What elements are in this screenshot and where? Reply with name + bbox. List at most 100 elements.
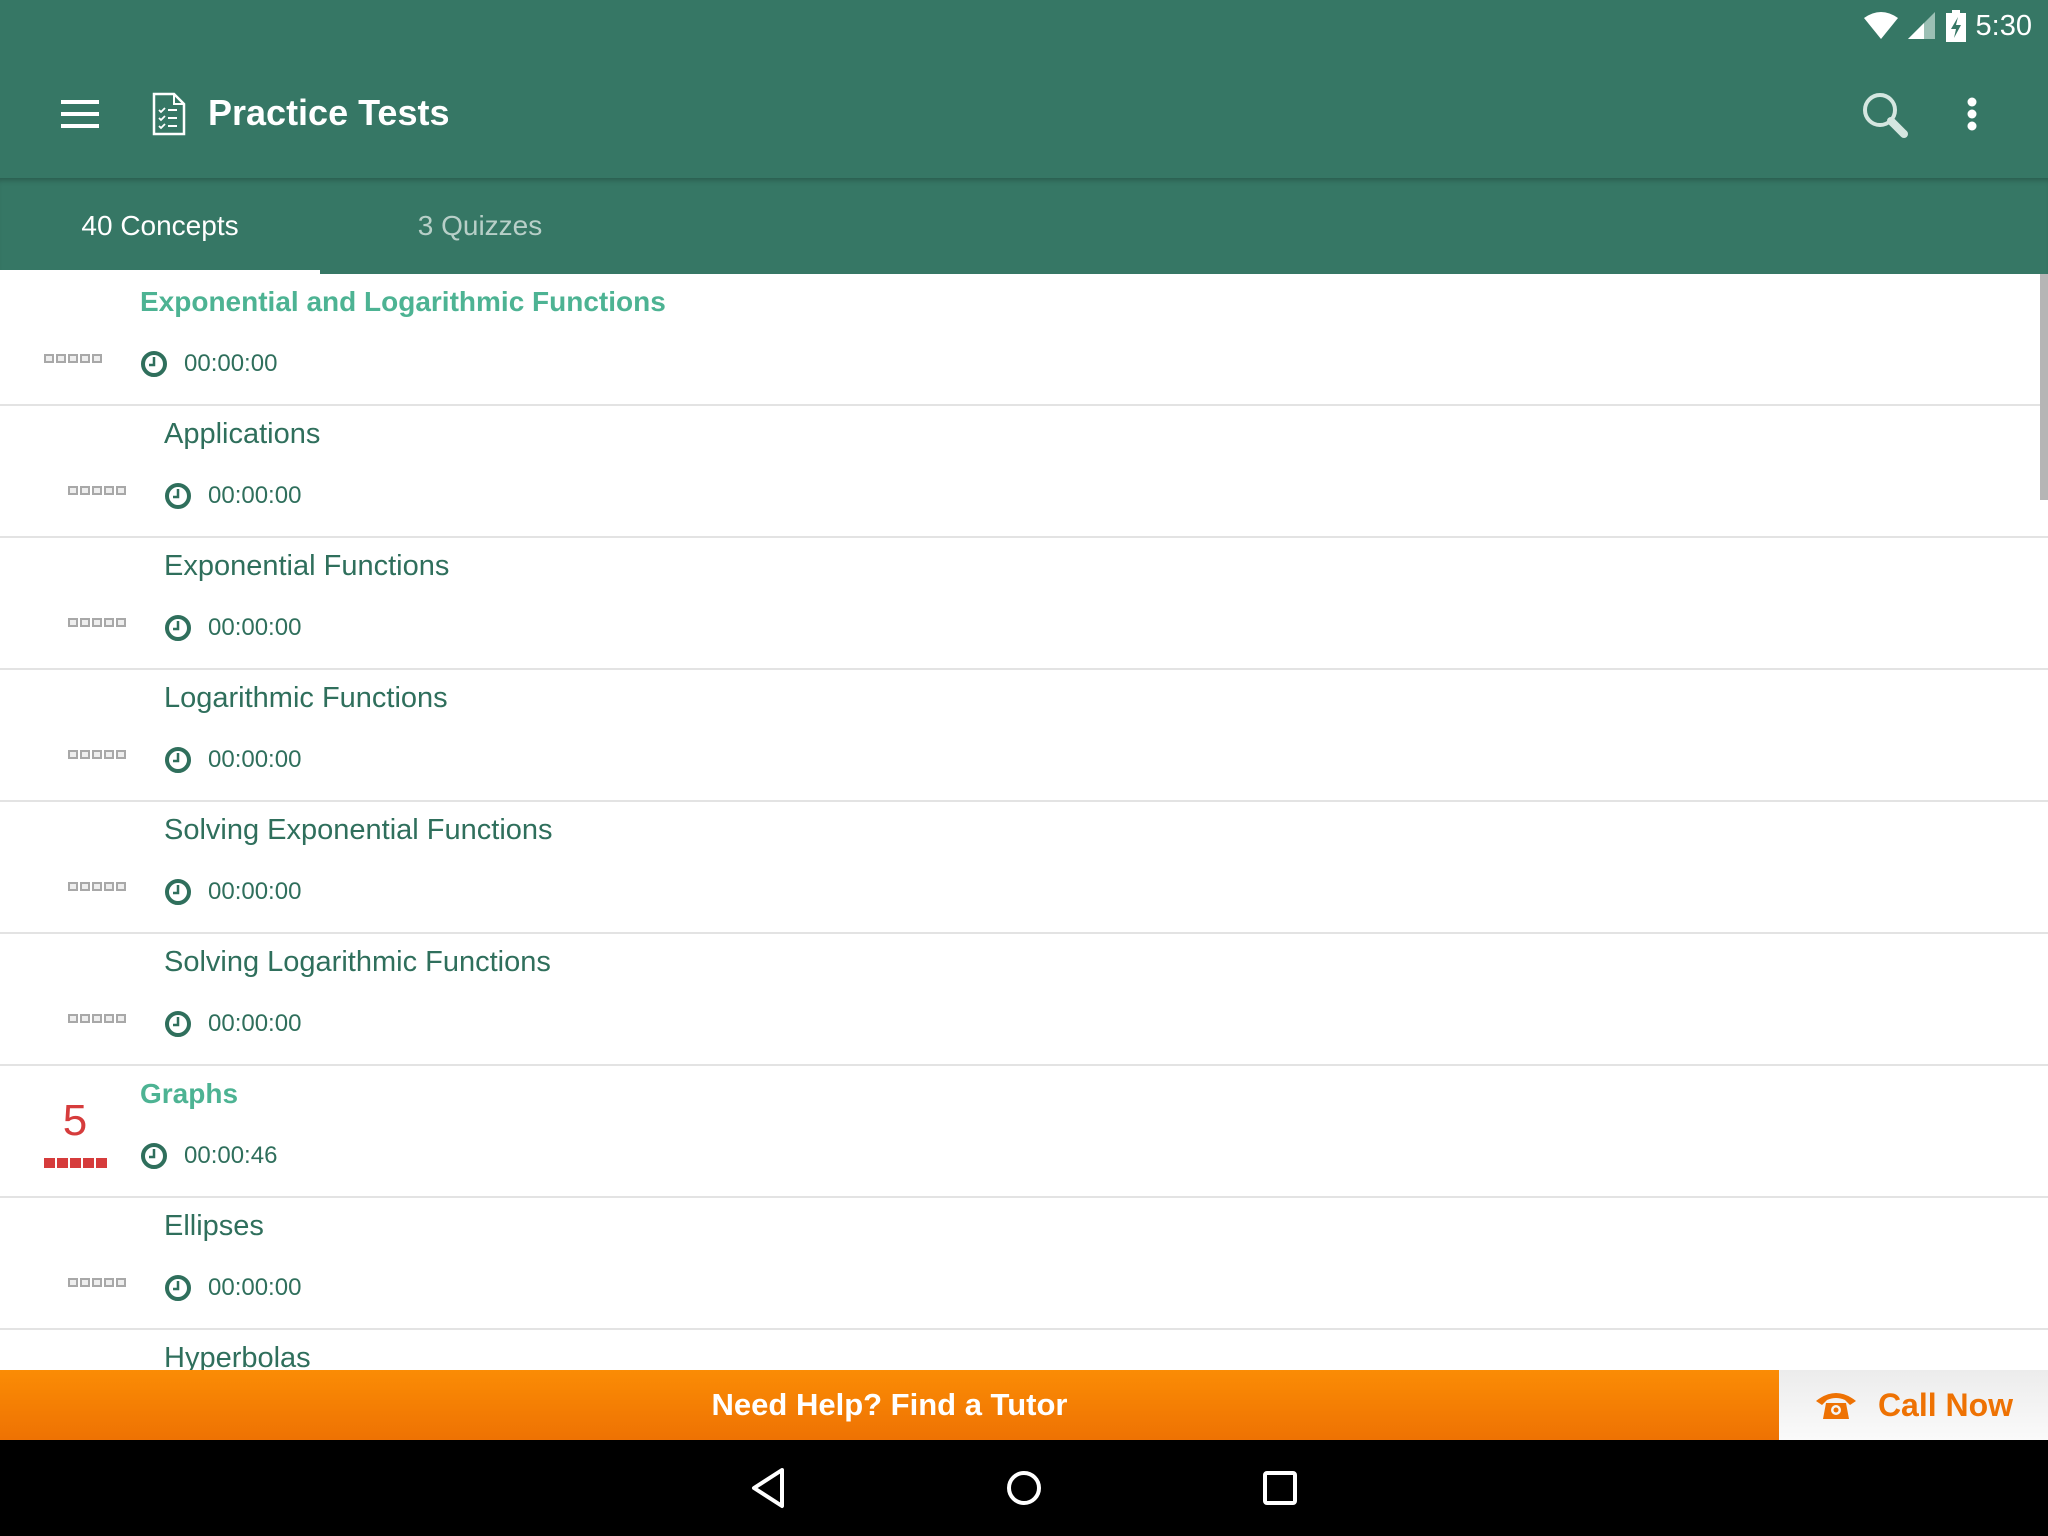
tab-concepts[interactable]: 40 Concepts	[0, 178, 320, 274]
concept-row[interactable]: Ellipses 00:00:00	[0, 1198, 2048, 1330]
status-bar: 5:30	[0, 0, 2048, 52]
elapsed-time-value: 00:00:00	[208, 482, 302, 509]
score-box	[68, 1278, 78, 1287]
clock-icon	[165, 747, 191, 773]
score-box	[116, 618, 126, 627]
search-icon[interactable]	[1858, 88, 1914, 144]
score-box	[56, 354, 66, 363]
score-box	[104, 1278, 114, 1287]
score-box	[57, 1158, 68, 1168]
score-box	[44, 1158, 55, 1168]
concept-name: Ellipses	[164, 1210, 264, 1242]
more-options-icon[interactable]	[1952, 88, 1988, 144]
score-boxes	[68, 486, 126, 495]
score-box	[104, 750, 114, 759]
battery-charging-icon	[1945, 10, 1966, 42]
score-box	[92, 750, 102, 759]
wifi-icon	[1863, 12, 1898, 39]
score-box	[104, 882, 114, 891]
menu-icon[interactable]	[56, 90, 104, 138]
find-tutor-label: Need Help? Find a Tutor	[711, 1387, 1068, 1422]
score-box	[116, 1278, 126, 1287]
tab-quizzes[interactable]: 3 Quizzes	[320, 178, 640, 274]
app-bar: Practice Tests	[0, 52, 2048, 178]
concept-row[interactable]: Solving Logarithmic Functions 00:00:00	[0, 934, 2048, 1066]
call-now-label: Call Now	[1877, 1386, 2014, 1423]
score-boxes	[44, 354, 102, 363]
elapsed-time-value: 00:00:00	[208, 1010, 302, 1037]
score-box	[116, 882, 126, 891]
signal-icon	[1907, 12, 1935, 39]
elapsed-time-value: 00:00:00	[208, 746, 302, 773]
elapsed-time: 00:00:00	[164, 1010, 301, 1038]
clock-icon	[165, 1011, 191, 1037]
elapsed-time: 00:00:00	[164, 1274, 301, 1302]
score-boxes	[68, 618, 126, 627]
score-boxes	[44, 1158, 107, 1168]
tutor-banner: Need Help? Find a Tutor Call Now	[0, 1370, 2048, 1440]
concept-name: Hyperbolas	[164, 1342, 311, 1370]
find-tutor-button[interactable]: Need Help? Find a Tutor	[0, 1370, 1779, 1440]
elapsed-time: 00:00:00	[140, 350, 277, 378]
concept-row[interactable]: Hyperbolas	[0, 1330, 2048, 1370]
concept-name: Exponential Functions	[164, 550, 450, 582]
clock-icon	[165, 615, 191, 641]
concept-row[interactable]: Applications 00:00:00	[0, 406, 2048, 538]
clock-time: 5:30	[1975, 9, 2032, 42]
score-box	[116, 1014, 126, 1023]
concept-row[interactable]: Logarithmic Functions 00:00:00	[0, 670, 2048, 802]
score-box	[104, 1014, 114, 1023]
recents-icon[interactable]	[1252, 1460, 1308, 1516]
score-box	[80, 354, 90, 363]
back-icon[interactable]	[740, 1460, 796, 1516]
score-box	[80, 750, 90, 759]
concept-row[interactable]: Exponential Functions 00:00:00	[0, 538, 2048, 670]
score-box	[80, 882, 90, 891]
checklist-document-icon	[152, 92, 186, 136]
score-box	[80, 618, 90, 627]
concept-name: Applications	[164, 418, 321, 450]
score-box	[116, 750, 126, 759]
elapsed-time-value: 00:00:00	[208, 614, 302, 641]
score-box	[44, 354, 54, 363]
score-box	[104, 486, 114, 495]
score-box	[80, 486, 90, 495]
elapsed-time: 00:00:00	[164, 482, 301, 510]
concept-name: Solving Logarithmic Functions	[164, 946, 551, 978]
tab-concepts-label: 40 Concepts	[81, 210, 239, 241]
clock-icon	[165, 879, 191, 905]
scrollbar[interactable]	[2040, 274, 2048, 500]
concept-group-row[interactable]: 5 Graphs 00:00:46	[0, 1066, 2048, 1198]
score-box	[96, 1158, 107, 1168]
elapsed-time-value: 00:00:00	[208, 1274, 302, 1301]
system-nav-bar	[0, 1440, 2048, 1536]
score-box	[80, 1014, 90, 1023]
elapsed-time: 00:00:00	[164, 878, 301, 906]
score-boxes	[68, 1014, 126, 1023]
score-box	[68, 1014, 78, 1023]
concept-row[interactable]: Solving Exponential Functions 00:00:00	[0, 802, 2048, 934]
score-box	[116, 486, 126, 495]
elapsed-time: 00:00:46	[140, 1142, 277, 1170]
score-box	[92, 354, 102, 363]
tab-quizzes-label: 3 Quizzes	[417, 210, 543, 241]
score-boxes	[68, 882, 126, 891]
score-box	[104, 618, 114, 627]
concept-name: Logarithmic Functions	[164, 682, 448, 714]
home-icon[interactable]	[996, 1460, 1052, 1516]
concept-name: Exponential and Logarithmic Functions	[140, 286, 666, 317]
score-box	[70, 1158, 81, 1168]
phone-icon	[1815, 1393, 1856, 1419]
elapsed-time-value: 00:00:00	[184, 350, 278, 377]
score-box	[92, 1278, 102, 1287]
elapsed-time: 00:00:00	[164, 746, 301, 774]
tab-bar: 40 Concepts 3 Quizzes	[0, 178, 2048, 274]
score-box	[68, 882, 78, 891]
concept-name: Graphs	[140, 1078, 239, 1109]
call-now-button[interactable]: Call Now	[1779, 1370, 2048, 1440]
clock-icon	[165, 483, 191, 509]
score-box	[92, 618, 102, 627]
concept-group-row[interactable]: Exponential and Logarithmic Functions 00:…	[0, 274, 2048, 406]
clock-icon	[165, 1275, 191, 1301]
elapsed-time-value: 00:00:00	[208, 878, 302, 905]
